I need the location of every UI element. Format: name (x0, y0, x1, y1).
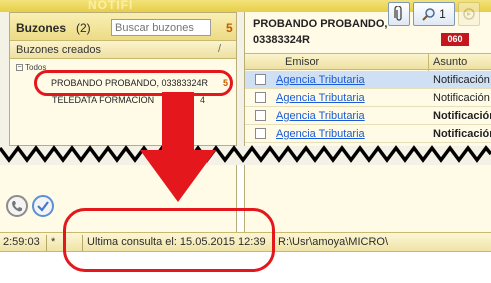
app-window: NOTIFI Buzones (2) 5 Buzones creados / −… (0, 0, 491, 283)
disabled-action-icon (463, 8, 475, 20)
row-checkbox[interactable] (255, 110, 266, 121)
asunto-cell: Notificación (433, 110, 491, 122)
asunto-cell: Notificación (433, 74, 490, 86)
table-row[interactable]: Agencia Tributaria Notificación (245, 89, 491, 107)
search-icon (422, 8, 435, 21)
column-asunto[interactable]: Asunto (433, 56, 467, 68)
check-button[interactable] (32, 195, 54, 217)
emisor-link[interactable]: Agencia Tributaria (276, 110, 365, 122)
lower-right-panel (244, 165, 491, 233)
status-time: 2:59:03 (3, 236, 40, 248)
zigzag-cut-line (0, 145, 491, 163)
search-count: 1 (439, 7, 446, 21)
messages-panel: PROBANDO PROBANDO, 03383324R 060 Emisor … (244, 12, 491, 146)
buzones-title: Buzones (16, 21, 67, 35)
search-button[interactable]: 1 (413, 2, 455, 26)
message-toolbar: 1 (388, 2, 480, 28)
action-icons (6, 195, 54, 217)
disabled-action-button[interactable] (458, 2, 480, 26)
status-modified: * (51, 236, 56, 248)
header-watermark: NOTIFI (88, 0, 134, 12)
check-icon (37, 201, 49, 212)
phone-button[interactable] (6, 195, 28, 217)
mailbox-title-line2: 03383324R (253, 34, 310, 46)
buzones-count: (2) (76, 21, 91, 35)
table-row[interactable]: Agencia Tributaria Notificación (245, 107, 491, 125)
badge-060: 060 (441, 33, 469, 46)
emisor-link[interactable]: Agencia Tributaria (276, 74, 365, 86)
attach-icon (394, 6, 402, 21)
column-label-buzones-creados: Buzones creados (16, 44, 101, 56)
search-buzones-input[interactable] (111, 19, 211, 36)
attach-button[interactable] (388, 2, 410, 26)
messages-table-header: Emisor Asunto (245, 53, 491, 71)
column-sort-separator: / (218, 43, 222, 55)
status-divider (46, 235, 47, 251)
emisor-link[interactable]: Agencia Tributaria (276, 92, 365, 104)
row-checkbox[interactable] (255, 74, 266, 85)
phone-icon (12, 201, 22, 212)
expand-icon[interactable]: − (16, 64, 23, 72)
annotation-arrow-icon (140, 92, 216, 202)
table-row[interactable]: Agencia Tributaria Notificación (245, 71, 491, 89)
buzones-header: Buzones (2) 5 (10, 13, 236, 41)
status-path: R:\Usr\amoya\MICRO\ (278, 236, 389, 248)
asunto-cell: Notificación (433, 92, 490, 104)
row-checkbox[interactable] (255, 92, 266, 103)
buzones-total-count: 5 (226, 21, 233, 35)
annotation-highlight-status (63, 208, 275, 272)
column-emisor[interactable]: Emisor (285, 56, 319, 68)
column-divider (428, 54, 429, 71)
buzones-column-header[interactable]: Buzones creados / (10, 41, 236, 59)
